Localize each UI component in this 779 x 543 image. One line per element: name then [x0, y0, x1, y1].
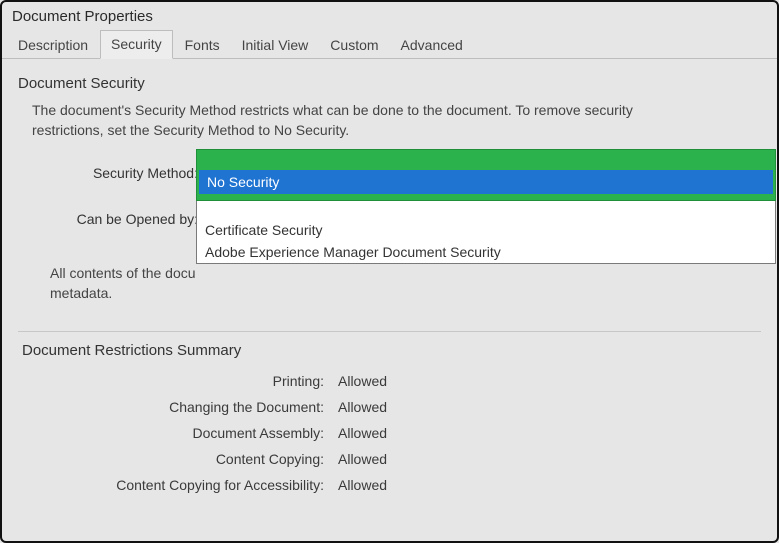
dropdown-option-aem-document-security[interactable]: Adobe Experience Manager Document Securi… — [197, 241, 775, 263]
security-method-label: Security Method: — [50, 165, 204, 181]
window-title: Document Properties — [2, 2, 777, 29]
restriction-label-assembly: Document Assembly: — [34, 425, 338, 441]
dropdown-list: Certificate Security Adobe Experience Ma… — [196, 201, 776, 264]
dropdown-option-certificate-security[interactable]: Certificate Security — [197, 219, 775, 241]
tab-strip: Description Security Fonts Initial View … — [2, 29, 777, 59]
restrictions-list: Printing: Allowed Changing the Document:… — [18, 373, 761, 493]
document-properties-window: Document Properties Description Security… — [0, 0, 779, 543]
restriction-label-changing: Changing the Document: — [34, 399, 338, 415]
restriction-value-copying: Allowed — [338, 451, 387, 467]
restriction-value-copying-accessibility: Allowed — [338, 477, 387, 493]
tab-custom[interactable]: Custom — [320, 32, 388, 59]
restriction-value-changing: Allowed — [338, 399, 387, 415]
restriction-row: Changing the Document: Allowed — [34, 399, 761, 415]
security-form: Security Method: Can be Opened by: All c… — [18, 159, 761, 304]
restriction-label-copying: Content Copying: — [34, 451, 338, 467]
restriction-row: Content Copying for Accessibility: Allow… — [34, 477, 761, 493]
restriction-label-copying-accessibility: Content Copying for Accessibility: — [34, 477, 338, 493]
restriction-row: Document Assembly: Allowed — [34, 425, 761, 441]
tab-fonts[interactable]: Fonts — [175, 32, 230, 59]
annotation-highlight: No Security — [196, 149, 776, 201]
security-help-text: The document's Security Method restricts… — [18, 100, 692, 141]
security-method-dropdown[interactable]: No Security Certificate Security Adobe E… — [196, 149, 776, 264]
restriction-row: Printing: Allowed — [34, 373, 761, 389]
restrictions-summary-heading: Document Restrictions Summary — [22, 342, 761, 359]
tab-security[interactable]: Security — [100, 30, 173, 59]
dropdown-option-no-security[interactable]: No Security — [199, 170, 773, 194]
contents-text-prefix: All contents of the docu — [50, 265, 196, 281]
tab-advanced[interactable]: Advanced — [391, 32, 473, 59]
contents-text-suffix: metadata. — [50, 285, 112, 301]
section-divider — [18, 331, 761, 332]
restriction-label-printing: Printing: — [34, 373, 338, 389]
tab-description[interactable]: Description — [8, 32, 98, 59]
restriction-value-printing: Allowed — [338, 373, 387, 389]
contents-metadata-text: All contents of the docu metadata. — [50, 263, 761, 304]
restriction-row: Content Copying: Allowed — [34, 451, 761, 467]
restriction-value-assembly: Allowed — [338, 425, 387, 441]
document-security-heading: Document Security — [18, 75, 761, 92]
tab-initial-view[interactable]: Initial View — [232, 32, 319, 59]
security-panel: Document Security The document's Securit… — [2, 59, 777, 493]
opened-by-label: Can be Opened by: — [50, 211, 204, 227]
